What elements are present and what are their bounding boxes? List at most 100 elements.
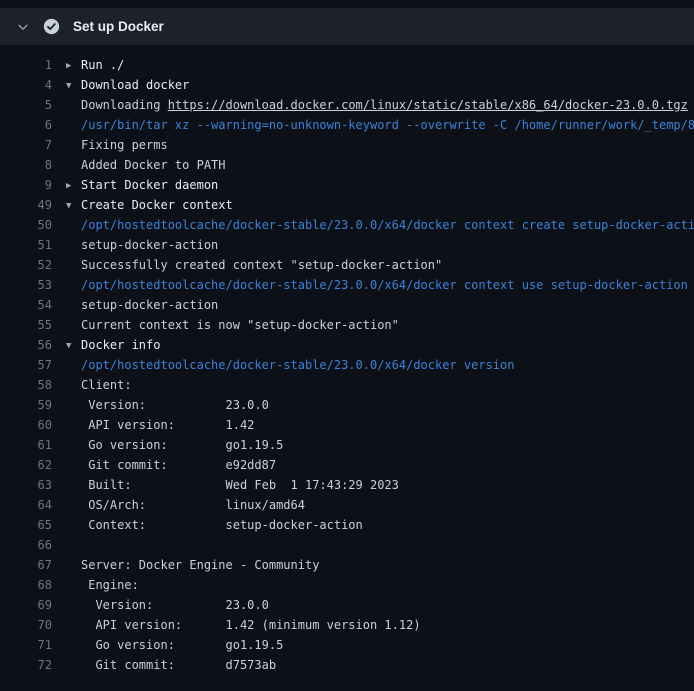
line-number[interactable]: 56	[0, 335, 52, 355]
step-header[interactable]: Set up Docker	[0, 8, 694, 45]
chevron-down-icon[interactable]	[16, 20, 30, 34]
log-group-line[interactable]: 56 ▼Docker info	[0, 335, 694, 355]
log-line: 69 Version: 23.0.0	[0, 595, 694, 615]
line-text: Current context is now "setup-docker-act…	[81, 315, 399, 335]
log-text: Client:	[81, 378, 132, 392]
log-text: Git commit: d7573ab	[81, 658, 276, 672]
line-number[interactable]: 49	[0, 195, 52, 215]
line-number[interactable]: 70	[0, 615, 52, 635]
line-number[interactable]: 60	[0, 415, 52, 435]
line-text: setup-docker-action	[81, 295, 218, 315]
log-text: Go version: go1.19.5	[81, 638, 283, 652]
log-lines: 1▶Run ./4▼Download docker5Downloading ht…	[0, 55, 694, 675]
group-expanded-arrow-icon[interactable]: ▼	[66, 76, 81, 95]
group-title: Create Docker context	[81, 198, 233, 212]
line-number[interactable]: 54	[0, 295, 52, 315]
log-group-line[interactable]: 1 ▶Run ./	[0, 55, 694, 75]
group-expanded-arrow-icon[interactable]: ▼	[66, 336, 81, 355]
line-number[interactable]: 69	[0, 595, 52, 615]
log-text: Server: Docker Engine - Community	[81, 558, 319, 572]
line-number[interactable]: 53	[0, 275, 52, 295]
log-text: OS/Arch: linux/amd64	[81, 498, 305, 512]
log-text: Git commit: e92dd87	[81, 458, 276, 472]
log-line: 50/opt/hostedtoolcache/docker-stable/23.…	[0, 215, 694, 235]
line-number[interactable]: 8	[0, 155, 52, 175]
log-line: 53/opt/hostedtoolcache/docker-stable/23.…	[0, 275, 694, 295]
line-number[interactable]: 62	[0, 455, 52, 475]
log-line: 65 Context: setup-docker-action	[0, 515, 694, 535]
log-line: 61 Go version: go1.19.5	[0, 435, 694, 455]
line-number[interactable]: 64	[0, 495, 52, 515]
line-number[interactable]: 4	[0, 75, 52, 95]
log-link[interactable]: https://download.docker.com/linux/static…	[168, 98, 688, 112]
log-line: 55 Current context is now "setup-docker-a…	[0, 315, 694, 335]
line-text: Version: 23.0.0	[81, 395, 269, 415]
line-text: OS/Arch: linux/amd64	[81, 495, 305, 515]
log-group-line[interactable]: 4 ▼Download docker	[0, 75, 694, 95]
line-text: Built: Wed Feb 1 17:43:29 2023	[81, 475, 399, 495]
log-text: setup-docker-action	[81, 238, 218, 252]
log-container: 1▶Run ./4▼Download docker5Downloading ht…	[0, 45, 694, 675]
group-collapsed-arrow-icon[interactable]: ▶	[66, 176, 81, 195]
line-number[interactable]: 55	[0, 315, 52, 335]
command-text: /opt/hostedtoolcache/docker-stable/23.0.…	[81, 358, 514, 372]
line-number[interactable]: 5	[0, 95, 52, 115]
log-text: Downloading	[81, 98, 168, 112]
line-text: Downloading https://download.docker.com/…	[81, 95, 688, 115]
line-number[interactable]: 67	[0, 555, 52, 575]
log-line: 64 OS/Arch: linux/amd64	[0, 495, 694, 515]
line-text: Context: setup-docker-action	[81, 515, 363, 535]
log-line: 51 setup-docker-action	[0, 235, 694, 255]
line-text: Fixing perms	[81, 135, 168, 155]
line-number[interactable]: 50	[0, 215, 52, 235]
line-text: setup-docker-action	[81, 235, 218, 255]
line-number[interactable]: 71	[0, 635, 52, 655]
line-text: ▼Download docker	[66, 75, 189, 95]
log-group-line[interactable]: 49 ▼Create Docker context	[0, 195, 694, 215]
line-text: ▶Run ./	[66, 55, 124, 75]
group-collapsed-arrow-icon[interactable]: ▶	[66, 56, 81, 75]
line-text: API version: 1.42	[81, 415, 254, 435]
group-title: Download docker	[81, 78, 189, 92]
line-number[interactable]: 58	[0, 375, 52, 395]
line-number[interactable]: 57	[0, 355, 52, 375]
group-expanded-arrow-icon[interactable]: ▼	[66, 196, 81, 215]
line-number[interactable]: 51	[0, 235, 52, 255]
line-number[interactable]: 9	[0, 175, 52, 195]
line-text: Client:	[81, 375, 132, 395]
line-text: Successfully created context "setup-dock…	[81, 255, 442, 275]
line-text: ▼Create Docker context	[66, 195, 233, 215]
group-title: Start Docker daemon	[81, 178, 218, 192]
line-number[interactable]: 65	[0, 515, 52, 535]
line-number[interactable]: 68	[0, 575, 52, 595]
line-number[interactable]: 63	[0, 475, 52, 495]
line-number[interactable]: 59	[0, 395, 52, 415]
line-text: ▼Docker info	[66, 335, 160, 355]
log-line: 66	[0, 535, 694, 555]
line-text: /opt/hostedtoolcache/docker-stable/23.0.…	[81, 215, 694, 235]
log-text: Current context is now "setup-docker-act…	[81, 318, 399, 332]
line-number[interactable]: 66	[0, 535, 52, 555]
log-line: 60 API version: 1.42	[0, 415, 694, 435]
line-number[interactable]: 72	[0, 655, 52, 675]
line-number[interactable]: 7	[0, 135, 52, 155]
log-line: 59 Version: 23.0.0	[0, 395, 694, 415]
log-text: Context: setup-docker-action	[81, 518, 363, 532]
line-text: Server: Docker Engine - Community	[81, 555, 319, 575]
line-number[interactable]: 52	[0, 255, 52, 275]
line-text: Go version: go1.19.5	[81, 635, 283, 655]
log-text: Fixing perms	[81, 138, 168, 152]
line-number[interactable]: 1	[0, 55, 52, 75]
log-text: Go version: go1.19.5	[81, 438, 283, 452]
log-line: 63 Built: Wed Feb 1 17:43:29 2023	[0, 475, 694, 495]
log-line: 72 Git commit: d7573ab	[0, 655, 694, 675]
line-number[interactable]: 61	[0, 435, 52, 455]
line-number[interactable]: 6	[0, 115, 52, 135]
log-text: Version: 23.0.0	[81, 598, 269, 612]
log-line: 70 API version: 1.42 (minimum version 1.…	[0, 615, 694, 635]
log-text: Engine:	[81, 578, 139, 592]
log-line: 7 Fixing perms	[0, 135, 694, 155]
log-text: Successfully created context "setup-dock…	[81, 258, 442, 272]
group-title: Run ./	[81, 58, 124, 72]
log-group-line[interactable]: 9 ▶Start Docker daemon	[0, 175, 694, 195]
